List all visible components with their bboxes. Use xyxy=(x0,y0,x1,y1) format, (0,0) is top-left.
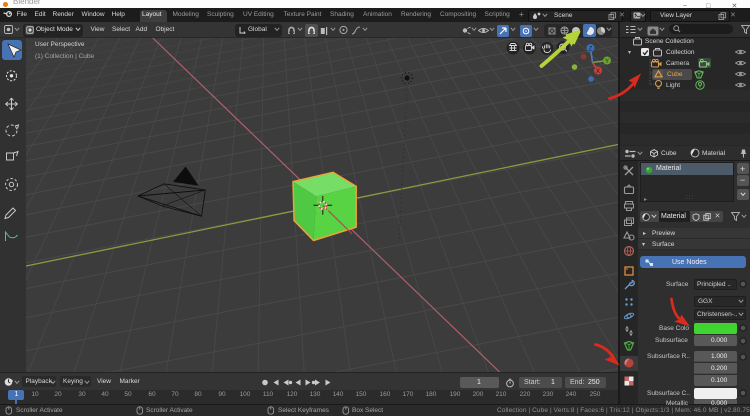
svg-text:Y: Y xyxy=(605,59,609,65)
svg-text:X: X xyxy=(596,69,600,75)
svg-text:Z: Z xyxy=(589,46,593,52)
